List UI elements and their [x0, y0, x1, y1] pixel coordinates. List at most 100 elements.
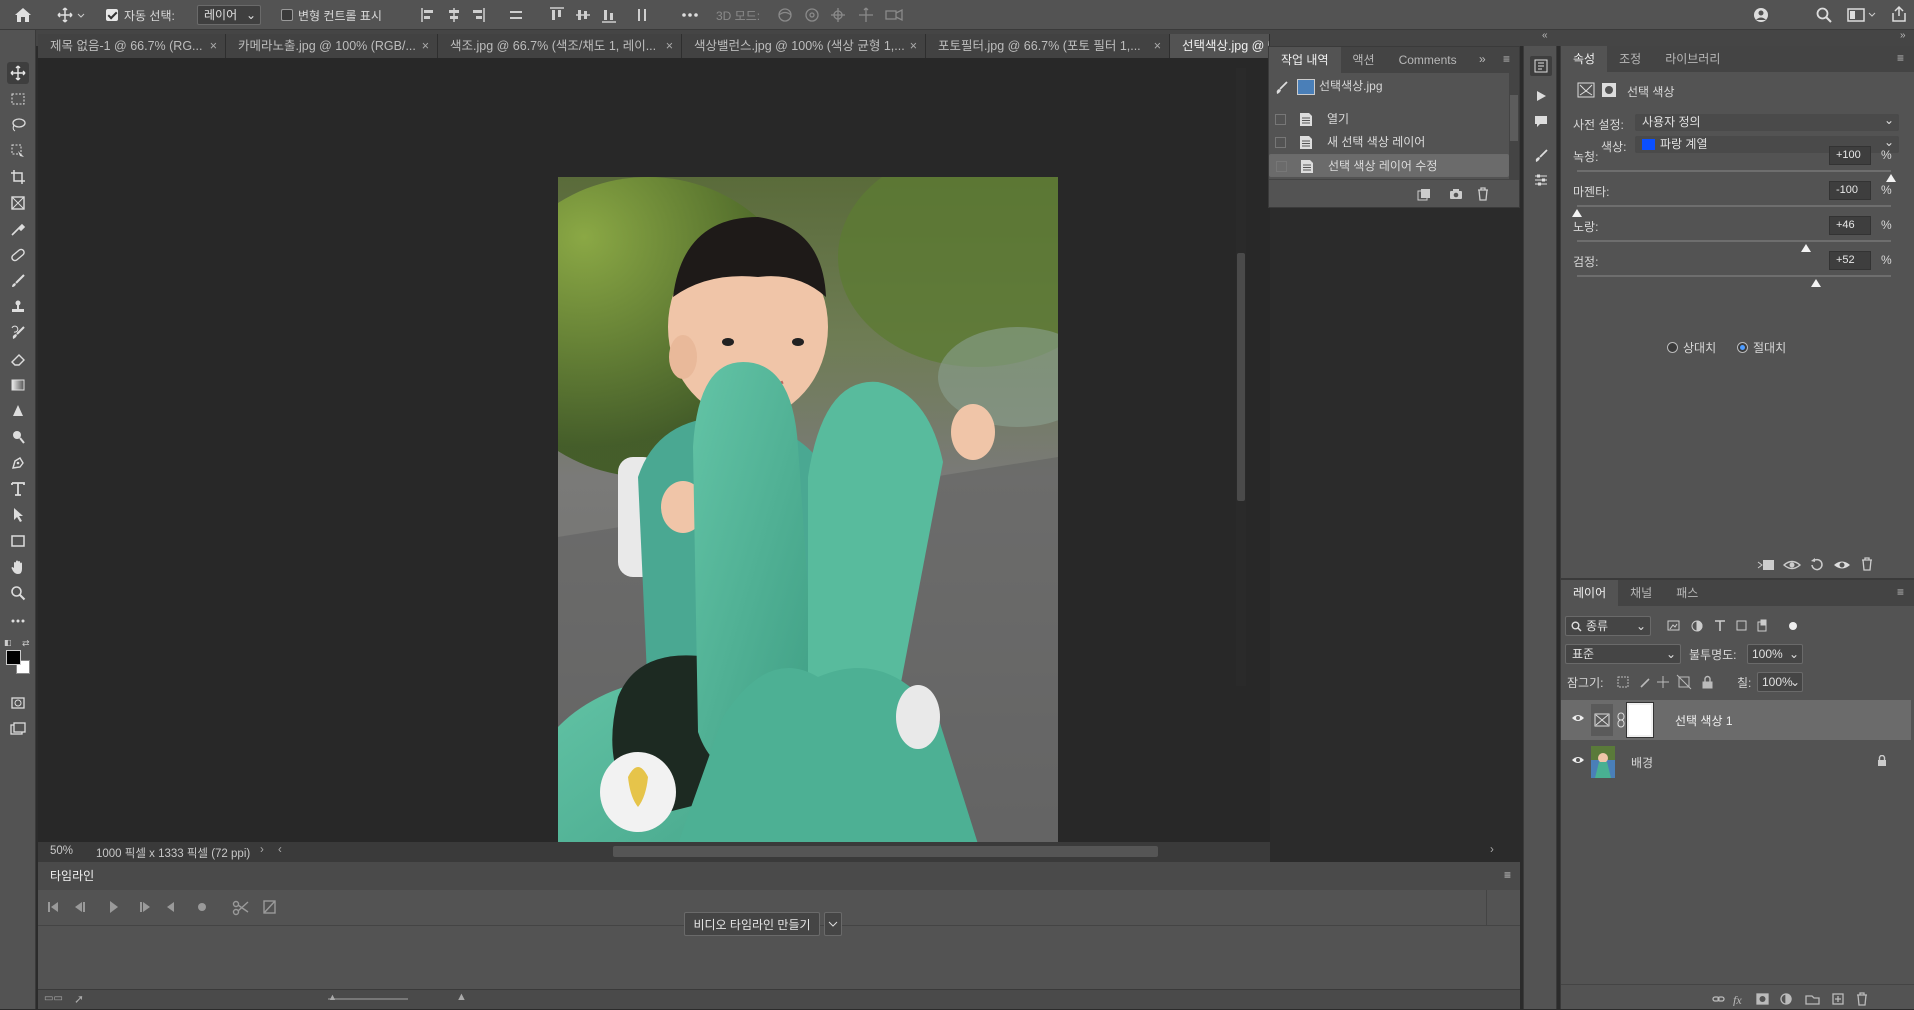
visibility-eye-icon[interactable] [1571, 713, 1585, 723]
object-select-tool-icon[interactable] [7, 140, 29, 162]
slider-value-input[interactable]: +100 [1829, 146, 1871, 165]
history-item[interactable]: 새 선택 색상 레이어 [1269, 131, 1509, 154]
history-source-checkbox[interactable] [1276, 161, 1287, 172]
clip-to-layer-icon[interactable] [1757, 558, 1775, 572]
link-icon[interactable] [1617, 712, 1625, 728]
tab-document-5[interactable]: 포토필터.jpg @ 66.7% (포토 필터 1,... × [926, 34, 1170, 58]
screen-mode-icon[interactable] [7, 718, 29, 740]
visibility-eye-icon[interactable] [1571, 755, 1585, 765]
vertical-scrollbar[interactable] [1236, 68, 1246, 686]
absolute-radio[interactable] [1737, 342, 1748, 353]
comment-icon[interactable] [1530, 112, 1552, 132]
document-info[interactable]: 1000 픽셀 x 1333 픽셀 (72 ppi) [96, 845, 250, 861]
tab-document-active[interactable]: 선택색상.jpg @ 50 [1170, 34, 1270, 58]
history-source-checkbox[interactable] [1275, 137, 1286, 148]
tab-adjustments[interactable]: 조정 [1607, 46, 1653, 72]
document-image[interactable] [558, 177, 1058, 844]
share-icon[interactable] [1890, 5, 1908, 23]
render-video-icon[interactable]: ➚ [74, 992, 84, 1006]
rectangle-tool-icon[interactable] [7, 530, 29, 552]
tab-timeline[interactable]: 타임라인 [38, 863, 107, 889]
lock-icons[interactable] [1617, 674, 1727, 690]
layer-mask-thumbnail[interactable] [1626, 702, 1654, 738]
home-icon[interactable] [12, 5, 34, 25]
create-video-timeline-button[interactable]: 비디오 타임라인 만들기 [684, 912, 820, 936]
tab-comments[interactable]: Comments [1387, 47, 1469, 73]
close-icon[interactable]: × [666, 34, 673, 58]
frame-icon[interactable]: ▭▭ [44, 993, 63, 1004]
history-item-selected[interactable]: 선택 색상 레이어 수정 [1269, 154, 1509, 177]
tab-actions[interactable]: 액션 [1341, 47, 1387, 73]
swap-colors-icon[interactable]: ⇄ [22, 638, 30, 649]
zoom-tool-icon[interactable] [7, 582, 29, 604]
tab-document-2[interactable]: 카메라노출.jpg @ 100% (RGB/... × [226, 34, 438, 58]
close-icon[interactable]: × [210, 34, 217, 58]
expand-panel-icon[interactable]: » [1479, 52, 1486, 66]
preset-dropdown[interactable]: 사용자 정의 ⌄ [1635, 113, 1899, 131]
type-tool-icon[interactable] [7, 478, 29, 500]
slider-value-input[interactable]: -100 [1829, 181, 1871, 200]
blend-mode-dropdown[interactable]: 표준 ⌄ [1565, 644, 1681, 664]
marquee-tool-icon[interactable] [7, 88, 29, 110]
user-share-icon[interactable] [1752, 6, 1770, 24]
panel-menu-icon[interactable]: ≡ [1897, 51, 1904, 65]
timeline-dropdown-chevron-icon[interactable] [824, 912, 842, 936]
more-tools-icon[interactable] [7, 610, 29, 632]
auto-select-checkbox[interactable] [106, 9, 118, 21]
history-brush-tool-icon[interactable] [7, 322, 29, 344]
scrollbar-thumb[interactable] [1237, 253, 1245, 501]
slider-handle[interactable] [1886, 174, 1896, 182]
history-item[interactable]: 열기 [1269, 108, 1509, 131]
reset-icon[interactable] [1809, 558, 1825, 572]
hand-tool-icon[interactable] [7, 556, 29, 578]
tab-libraries[interactable]: 라이브러리 [1653, 46, 1732, 72]
layer-mask-icon[interactable] [1601, 82, 1617, 98]
gradient-tool-icon[interactable] [7, 374, 29, 396]
chevron-right-icon[interactable]: › [260, 844, 264, 856]
auto-select-dropdown[interactable]: 레이어 ⌄ [197, 5, 261, 25]
panel-menu-icon[interactable]: ≡ [1897, 585, 1904, 599]
opacity-input[interactable]: 100% ⌄ [1747, 644, 1803, 664]
slider-handle[interactable] [1810, 279, 1821, 287]
zoom-out-icon[interactable]: ▲ [328, 992, 337, 1002]
layer-filter-dropdown[interactable]: 종류 ⌄ [1565, 616, 1651, 636]
layer-row[interactable]: 배경 [1561, 742, 1911, 782]
healing-brush-tool-icon[interactable] [7, 244, 29, 266]
history-scrollbar[interactable] [1509, 73, 1519, 179]
panel-menu-icon[interactable]: ≡ [1503, 52, 1510, 66]
history-snapshot[interactable]: 선택색상.jpg [1269, 73, 1509, 103]
slider-handle[interactable] [1572, 209, 1582, 217]
tab-channels[interactable]: 채널 [1618, 580, 1664, 606]
move-tool-icon[interactable] [7, 62, 29, 84]
relative-radio[interactable] [1667, 342, 1678, 353]
canvas-area[interactable] [38, 58, 1270, 844]
zoom-in-icon[interactable]: ▲ [456, 991, 467, 1003]
slider-value-input[interactable]: +46 [1829, 216, 1871, 235]
brush-settings-icon[interactable] [1530, 146, 1552, 166]
history-panel-icon[interactable] [1530, 56, 1552, 76]
collapse-right-panels-icon[interactable]: » [1900, 30, 1906, 41]
tab-document-4[interactable]: 색상밸런스.jpg @ 100% (색상 균형 1,... × [682, 34, 926, 58]
slider-track[interactable] [1572, 205, 1891, 217]
lasso-tool-icon[interactable] [7, 114, 29, 136]
slider-handle[interactable] [1801, 244, 1812, 252]
pen-tool-icon[interactable] [7, 452, 29, 474]
crop-tool-icon[interactable] [7, 166, 29, 188]
close-icon[interactable]: × [1154, 34, 1161, 58]
tab-document-1[interactable]: 제목 없음-1 @ 66.7% (RG... × [38, 34, 226, 58]
tab-paths[interactable]: 패스 [1664, 580, 1710, 606]
slider-track[interactable] [1577, 170, 1896, 182]
foreground-color-swatch[interactable] [6, 650, 21, 665]
tab-history[interactable]: 작업 내역 [1269, 47, 1341, 73]
transform-controls-checkbox[interactable] [281, 9, 293, 21]
search-icon[interactable] [1815, 6, 1833, 24]
toggle-visibility-icon[interactable] [1833, 558, 1851, 572]
color-swatches[interactable]: ◧ ⇄ [4, 638, 32, 678]
dodge-tool-icon[interactable] [7, 426, 29, 448]
tab-properties[interactable]: 속성 [1561, 46, 1608, 72]
layer-row-selected[interactable]: 선택 색상 1 [1561, 700, 1911, 740]
more-options-icon[interactable] [680, 7, 700, 23]
panel-menu-icon[interactable]: ≡ [1504, 868, 1511, 882]
slider-value-input[interactable]: +52 [1829, 251, 1871, 270]
fill-input[interactable]: 100% ⌄ [1757, 672, 1803, 692]
